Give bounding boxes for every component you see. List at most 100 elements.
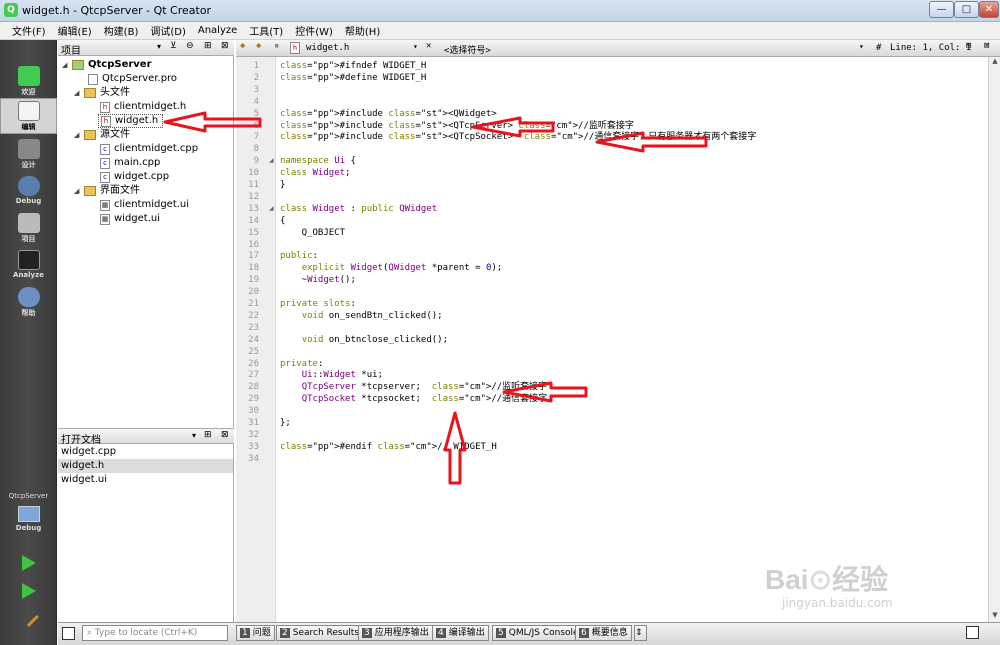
mode-label: Debug [15, 197, 42, 205]
code-line: } [280, 180, 286, 190]
open-documents-list: widget.cpp widget.h widget.ui [58, 444, 234, 622]
code-line: ~Widget(); [280, 275, 356, 286]
dropdown-icon[interactable]: ▾ [413, 42, 418, 51]
qt-project-icon [72, 60, 84, 70]
more-tabs-icon[interactable]: ⇕ [634, 625, 647, 641]
code-line: class Widget; [280, 168, 351, 179]
cpp-file-icon: c [100, 171, 110, 183]
line-number: 29 [248, 394, 259, 405]
tab-compile-output[interactable]: 4 编译输出 [432, 625, 489, 641]
locator-input[interactable]: ⌕ Type to locate (Ctrl+K) [82, 625, 228, 641]
menu-tools[interactable]: 工具(T) [243, 23, 289, 38]
help-icon [17, 287, 40, 307]
line-number: 12 [248, 191, 259, 202]
mode-label: 欢迎 [21, 88, 36, 96]
run-icon[interactable] [22, 555, 36, 571]
toggle-output-icon[interactable] [966, 626, 979, 639]
tree-folder-headers[interactable]: ◢ 头文件 [74, 86, 130, 100]
split-icon[interactable]: ⊞ [204, 41, 212, 51]
back-icon[interactable]: ◆ [240, 41, 245, 51]
close-pane-icon[interactable]: ⊠ [221, 41, 229, 51]
forward-icon[interactable]: ◆ [256, 41, 261, 51]
tab-app-output[interactable]: 3 应用程序输出 [358, 625, 433, 641]
fold-marker-icon[interactable]: ◢ [269, 205, 274, 212]
tree-file-widget-ui[interactable]: ▦ widget.ui [100, 212, 160, 226]
close-file-icon[interactable]: ✕ [426, 41, 431, 51]
tree-project-root[interactable]: ◢ QtcpServer [62, 58, 152, 72]
code-line: Ui::Widget *ui; [301, 370, 383, 381]
menu-debug[interactable]: 调试(D) [144, 23, 192, 38]
dropdown-icon[interactable]: ▾ [157, 42, 161, 51]
menu-widgets[interactable]: 控件(W) [289, 23, 339, 38]
menu-file[interactable]: 文件(F) [6, 23, 52, 38]
tree-folder-forms[interactable]: ◢ 界面文件 [74, 184, 140, 198]
tree-file-clientmidget-cpp[interactable]: c clientmidget.cpp [100, 142, 198, 156]
toggle-sidebar-icon[interactable] [62, 627, 75, 640]
tree-file-widget-h[interactable]: h widget.h [98, 114, 164, 128]
close-button[interactable]: ✕ [979, 1, 999, 18]
tree-file-main-cpp[interactable]: c main.cpp [100, 156, 160, 170]
ui-file-icon: ▦ [100, 213, 110, 225]
tab-general-messages[interactable]: 6 概要信息 [575, 625, 632, 641]
mode-design[interactable]: 设计 [0, 137, 57, 173]
tree-file-widget-cpp[interactable]: c widget.cpp [100, 170, 169, 184]
link-icon[interactable]: ⊖ [186, 41, 194, 51]
scroll-up-icon[interactable]: ▲ [990, 57, 1000, 68]
line-number: 11 [248, 180, 259, 190]
split-icon[interactable]: ⊞ [204, 430, 212, 440]
tab-issues[interactable]: 1 问题 [236, 625, 275, 641]
line-number: 30 [248, 406, 259, 417]
qt-creator-icon: Q [4, 3, 18, 17]
vertical-scrollbar[interactable]: ▲ ▼ [988, 57, 1000, 622]
line-number: 15 [248, 227, 259, 238]
open-doc-item-active[interactable]: widget.h [58, 459, 233, 473]
dropdown-icon[interactable]: ▾ [859, 42, 864, 51]
project-panel-title[interactable]: 项目 [61, 42, 81, 57]
open-doc-item[interactable]: widget.cpp [58, 445, 233, 459]
menu-build[interactable]: 构建(B) [98, 23, 145, 38]
tree-file-pro[interactable]: QtcpServer.pro [88, 72, 177, 86]
code-line: private slots: [280, 299, 356, 309]
tab-qml-console[interactable]: 5 QML/JS Console [492, 625, 583, 641]
current-file-combo[interactable]: widget.h [306, 43, 349, 53]
menu-help[interactable]: 帮助(H) [339, 23, 386, 38]
split-icon[interactable]: ⊞ [966, 41, 971, 51]
tree-folder-sources[interactable]: ◢ 源文件 [74, 128, 130, 142]
fold-marker-icon[interactable]: ◢ [269, 157, 274, 164]
mode-welcome[interactable]: 欢迎 [0, 64, 57, 100]
mode-debug[interactable]: Debug [0, 174, 57, 210]
line-number: 18 [248, 263, 259, 274]
cursor-position[interactable]: Line: 1, Col: 1 [890, 43, 971, 53]
mode-projects[interactable]: 项目 [0, 211, 57, 247]
tree-file-clientmidget-h[interactable]: h clientmidget.h [100, 100, 186, 114]
symbol-combo[interactable]: <选择符号> [444, 43, 491, 56]
line-number: 8 [253, 144, 259, 155]
open-doc-item[interactable]: widget.ui [58, 473, 233, 487]
minimize-button[interactable]: — [929, 1, 954, 18]
scroll-down-icon[interactable]: ▼ [990, 611, 1000, 622]
edit-icon [17, 101, 40, 121]
debug-run-icon[interactable] [22, 583, 36, 599]
run-target-selector[interactable]: QtcpServer Debug [0, 492, 57, 532]
header-file-icon: h [100, 101, 110, 113]
mode-edit[interactable]: 编辑 [0, 98, 57, 134]
line-number: 34 [248, 453, 259, 464]
maximize-button[interactable]: □ [954, 1, 979, 18]
line-number-gutter: 1 2 3 4 5 6 7 8 9 10 11 12 13 14 15 16 17 18 19 20 21 22 23 24 2… [236, 57, 276, 622]
line-number: 3 [253, 84, 259, 95]
search-icon: ⌕ [87, 628, 93, 638]
close-split-icon[interactable]: ⊠ [984, 41, 989, 51]
mode-analyze[interactable]: Analyze [0, 248, 57, 284]
code-editor[interactable]: class="pp">#ifndef WIDGET_H class="pp">#d… [277, 57, 988, 622]
mode-help[interactable]: 帮助 [0, 285, 57, 321]
code-line: private: [280, 358, 324, 369]
filter-icon[interactable]: ⊻ [170, 41, 177, 51]
tab-search-results[interactable]: 2 Search Results [276, 625, 364, 641]
code-line: explicit Widget(QWidget *parent = 0); [301, 263, 503, 274]
close-pane-icon[interactable]: ⊠ [221, 430, 229, 440]
line-number: 6 [253, 120, 259, 131]
tree-file-clientmidget-ui[interactable]: ▦ clientmidget.ui [100, 198, 189, 212]
menu-analyze[interactable]: Analyze [192, 25, 243, 36]
menu-edit[interactable]: 编辑(E) [52, 23, 98, 38]
dropdown-icon[interactable]: ▾ [192, 431, 196, 440]
